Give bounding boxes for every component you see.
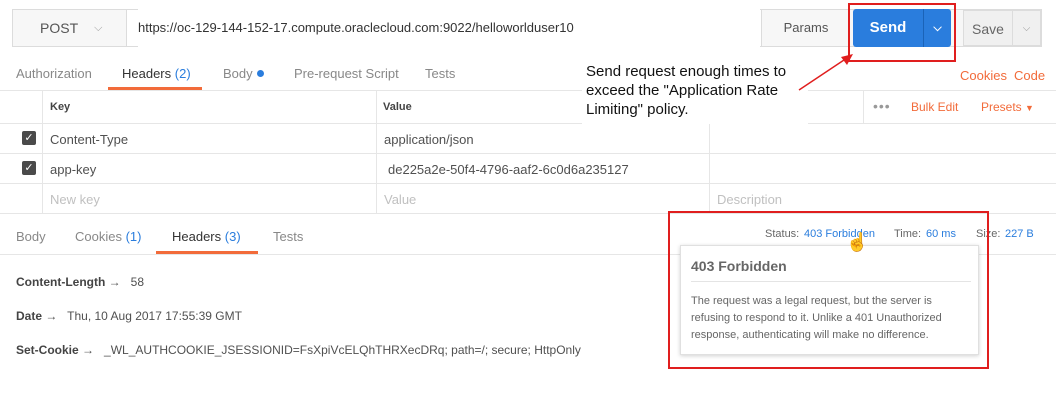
tooltip-description: The request was a legal request, but the… <box>691 295 942 341</box>
tab-label: Headers <box>172 229 222 244</box>
column-header-value: Value <box>383 101 412 113</box>
response-tab-tests[interactable]: Tests <box>273 229 303 244</box>
presets-dropdown[interactable]: Presets ▼ <box>981 100 1034 114</box>
arrow-icon: → <box>82 343 95 357</box>
tab-count: (1) <box>125 229 142 244</box>
tab-authorization[interactable]: Authorization <box>16 66 92 81</box>
tab-pre-request-script[interactable]: Pre-request Script <box>294 66 399 81</box>
header-value: _WL_AUTHCOOKIE_JSESSIONID=FsXpiVcELQhTHR… <box>104 343 581 357</box>
column-separator <box>376 91 377 213</box>
column-separator <box>42 91 43 213</box>
tab-label: Cookies <box>75 229 122 244</box>
arrow-icon: → <box>108 275 121 289</box>
cookies-link[interactable]: Cookies <box>960 68 1007 83</box>
tab-count: (2) <box>174 66 191 81</box>
size-value[interactable]: 227 B <box>1005 228 1034 240</box>
caret-down-icon: ▼ <box>1025 103 1034 113</box>
annotation-arrow-icon <box>798 54 853 91</box>
chevron-down-icon: ⌵ <box>94 21 103 34</box>
annotation-note: Send request enough times to exceed the … <box>582 60 808 124</box>
divider <box>0 183 1056 184</box>
header-name: Date <box>16 309 43 323</box>
tab-label: Pre-request Script <box>294 66 399 81</box>
header-value: Thu, 10 Aug 2017 17:55:39 GMT <box>67 309 242 323</box>
divider <box>0 153 1056 154</box>
tab-count: (3) <box>224 229 241 244</box>
hand-pointer-cursor-icon: ☝ <box>846 232 869 252</box>
divider <box>0 123 1056 124</box>
response-tab-cookies[interactable]: Cookies (1) <box>75 229 141 244</box>
bulk-edit-link[interactable]: Bulk Edit <box>911 100 958 114</box>
response-header-row: Content-Length → 58 <box>16 275 144 289</box>
code-link[interactable]: Code <box>1014 68 1045 83</box>
response-tab-headers[interactable]: Headers (3) <box>172 229 241 244</box>
tab-tests[interactable]: Tests <box>425 66 455 81</box>
status-tooltip: 403 Forbidden The request was a legal re… <box>680 245 979 355</box>
new-key-input[interactable]: New key <box>50 192 100 207</box>
new-value-input[interactable]: Value <box>384 192 416 207</box>
header-name: Set-Cookie <box>16 343 79 357</box>
tab-headers[interactable]: Headers (2) <box>122 66 191 81</box>
tooltip-divider <box>691 281 971 282</box>
url-input[interactable]: https://oc-129-144-152-17.compute.oracle… <box>138 9 760 47</box>
column-separator <box>709 124 710 213</box>
save-button[interactable]: Save <box>963 10 1013 46</box>
save-options-chevron-icon[interactable]: ⌵ <box>1013 10 1041 46</box>
header-name: Content-Length <box>16 275 106 289</box>
response-header-row: Set-Cookie → _WL_AUTHCOOKIE_JSESSIONID=F… <box>16 343 581 357</box>
header-key-cell[interactable]: Content-Type <box>50 132 128 147</box>
method-label: POST <box>40 20 79 36</box>
tab-label: Tests <box>425 66 456 81</box>
more-options-icon[interactable]: ••• <box>873 98 891 114</box>
params-button[interactable]: Params <box>761 10 850 46</box>
response-header-row: Date → Thu, 10 Aug 2017 17:55:39 GMT <box>16 309 242 323</box>
header-key-cell[interactable]: app-key <box>50 162 96 177</box>
header-value: 58 <box>130 275 145 289</box>
header-value-cell[interactable]: de225a2e-50f4-4796-aaf2-6c0d6a235127 <box>388 162 629 177</box>
tooltip-title: 403 Forbidden <box>691 258 787 274</box>
column-header-key: Key <box>50 101 71 113</box>
send-highlight-box <box>848 3 956 62</box>
tab-label: Body <box>16 229 46 244</box>
method-select[interactable]: POST ⌵ <box>12 9 127 47</box>
new-description-input[interactable]: Description <box>717 192 782 207</box>
tab-label: Authorization <box>16 66 92 81</box>
row-checkbox[interactable]: ✓ <box>22 161 36 175</box>
response-tab-body[interactable]: Body <box>16 229 46 244</box>
arrow-icon: → <box>45 309 58 323</box>
modified-dot-icon <box>256 70 264 77</box>
tab-label: Body <box>223 66 253 81</box>
tab-label: Tests <box>273 229 304 244</box>
divider <box>0 90 1056 91</box>
header-value-cell[interactable]: application/json <box>384 132 474 147</box>
presets-label: Presets <box>981 100 1022 114</box>
tab-label: Headers <box>122 66 172 81</box>
row-checkbox[interactable]: ✓ <box>22 131 36 145</box>
column-separator <box>863 91 864 123</box>
tab-body[interactable]: Body <box>223 66 264 81</box>
